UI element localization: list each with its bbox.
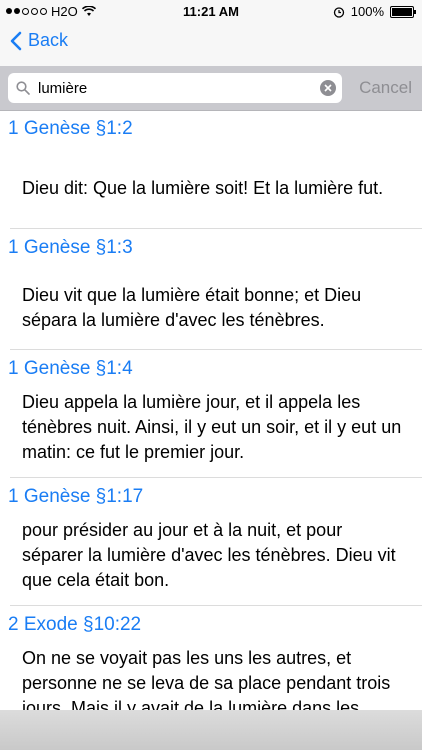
list-item[interactable]: 1 Genèse §1:4 Dieu appela la lumière jou… — [8, 350, 422, 478]
search-field[interactable] — [8, 73, 342, 103]
result-reference: 1 Genèse §1:17 — [8, 486, 144, 507]
list-item[interactable]: 1 Genèse §1:17 pour présider au jour et … — [8, 478, 422, 606]
list-item[interactable]: 1 Genèse §1:3 Dieu vit que la lumière ét… — [8, 229, 422, 350]
back-button-label: Back — [28, 30, 69, 50]
clear-search-button[interactable] — [320, 80, 336, 96]
alarm-icon — [333, 6, 344, 18]
close-icon — [324, 84, 332, 92]
result-text: pour présider au jour et à la nuit, et p… — [22, 520, 396, 590]
chevron-left-icon — [10, 31, 22, 50]
result-reference: 1 Genèse §1:3 — [8, 237, 133, 258]
result-text: Dieu appela la lumière jour, et il appel… — [22, 392, 402, 462]
cancel-button[interactable]: Cancel — [359, 78, 412, 98]
bottom-toolbar — [0, 710, 422, 750]
list-item[interactable]: 1 Genèse §1:2 Dieu dit: Que la lumière s… — [8, 110, 422, 229]
search-results-list: 1 Genèse §1:2 Dieu dit: Que la lumière s… — [0, 110, 422, 733]
result-reference: 2 Exode §10:22 — [8, 614, 142, 635]
navigation-bar: Back — [0, 22, 422, 67]
result-reference: 1 Genèse §1:4 — [8, 358, 133, 379]
search-input[interactable] — [36, 78, 310, 98]
result-text: Dieu dit: Que la lumière soit! Et la lum… — [22, 178, 384, 198]
battery-percent: 100% — [350, 4, 384, 19]
back-button[interactable]: Back — [10, 30, 68, 51]
battery-icon — [390, 5, 416, 18]
result-reference: 1 Genèse §1:2 — [8, 118, 133, 139]
result-text: Dieu vit que la lumière était bonne; et … — [22, 285, 362, 330]
search-bar: Cancel — [0, 66, 422, 111]
status-right: 100% — [333, 4, 416, 19]
status-bar: H2O 11:21 AM 100% — [0, 0, 422, 22]
search-icon — [16, 81, 30, 95]
